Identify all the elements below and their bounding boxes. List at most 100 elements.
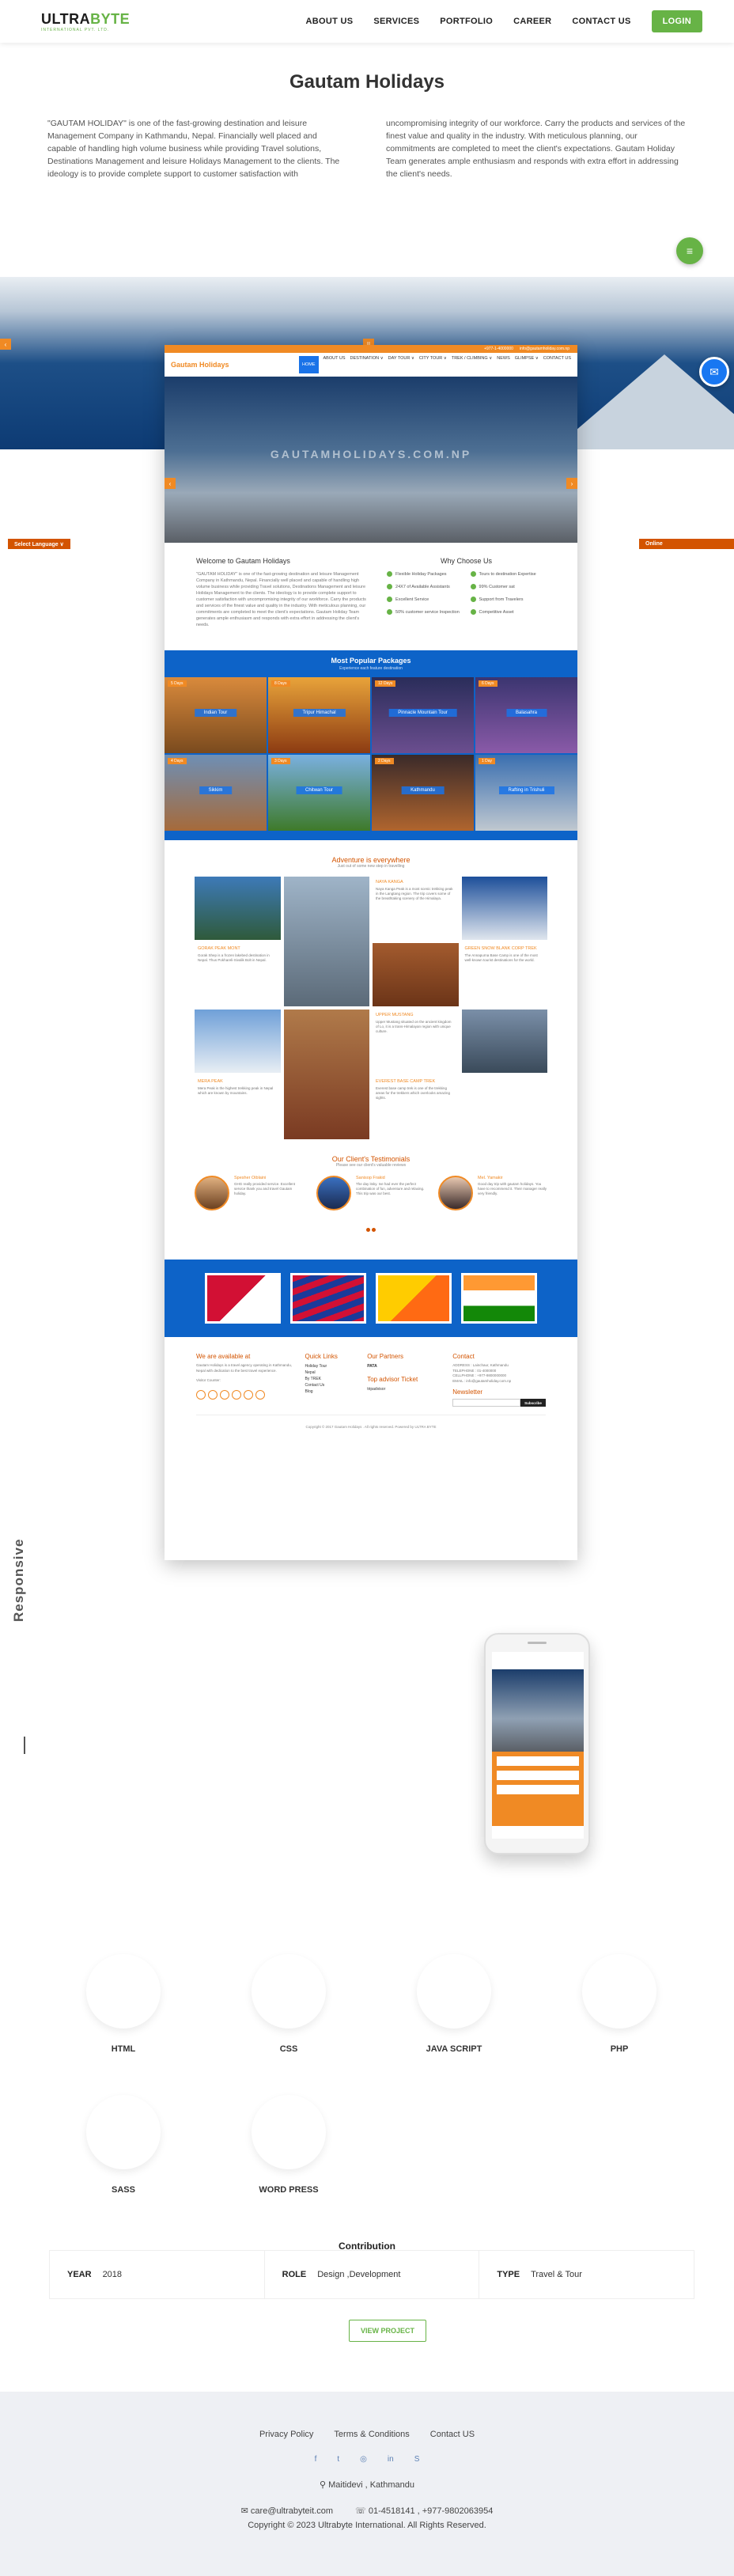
logo-part2: BYTE [90,10,131,27]
skill-ring [86,1954,161,2029]
phone-form [492,1752,584,1826]
avatar [316,1176,351,1210]
skill-ring [417,1954,491,2029]
mf-social [196,1389,297,1400]
messenger-icon: ✉ [709,365,719,378]
check-icon [387,609,393,615]
mock-packages-subtitle: Experience each feature destination [339,666,403,671]
adventure-image [195,877,281,940]
footer-phone[interactable]: ☏ 01-4518141 , +977-9802063954 [355,2506,493,2516]
mock-flags-band [165,1260,577,1337]
terms-link[interactable]: Terms & Conditions [334,2430,409,2439]
mf-visitors: Visitor Counter: [196,1378,221,1382]
mf-trip-title: Top advisor Ticket [367,1376,418,1383]
view-project-button[interactable]: VIEW PROJECT [349,2320,426,2342]
package-card: 4 Days Sikkim [165,755,267,831]
adventure-text: GORAK PEAK MONT Gorak Shep is a frozen la… [198,946,270,962]
mail-icon: ✉ [240,2506,248,2516]
mock-menu-item: CITY TOUR ∨ [418,356,447,361]
mf-quick-title: Quick Links [305,1353,338,1360]
mock-welcome-section: Welcome to Gautam Holidays "GAUTAM HOLID… [165,543,577,642]
responsive-label: Responsive [11,1538,26,1622]
nav-contact-us[interactable]: CONTACT US [572,17,630,26]
nav-services[interactable]: SERVICES [373,17,419,26]
mock-menu-item: ABOUT US [323,356,346,361]
intro-right: uncompromising integrity of our workforc… [386,119,686,179]
hero-prev-arrow[interactable]: ‹ [0,339,11,350]
why-item: 24X7 of Available Assistants [387,584,462,589]
mf-newsletter-title: Newsletter [452,1388,483,1396]
avatar [195,1176,229,1210]
nav-career[interactable]: CAREER [513,17,551,26]
skill-ring [86,2095,161,2169]
skill-ring [252,2095,326,2169]
skill-ring [582,1954,656,2029]
footer-links: Privacy Policy Terms & Conditions Contac… [0,2430,734,2439]
package-card: 3 Days Chitwan Tour [268,755,370,831]
privacy-policy-link[interactable]: Privacy Policy [259,2430,313,2439]
logo-tagline: INTERNATIONAL PVT. LTD. [41,27,110,32]
mf-tripadvisor: tripadvisor [367,1387,386,1392]
mock-email: info@gautamholiday.com.np [519,347,569,351]
adventure-image [461,877,547,940]
phone-speaker [528,1642,547,1644]
phone-screen [492,1652,584,1839]
footer-contact: ✉ care@ultrabyteit.com ☏ 01-4518141 , +9… [0,2506,734,2516]
messenger-fab[interactable]: ✉ [699,357,729,387]
linkedin-icon[interactable]: in [388,2455,394,2464]
project-intro: "GAUTAM HOLIDAY" is one of the fast-grow… [0,117,734,180]
facebook-icon[interactable]: f [315,2455,317,2464]
adventure-image [461,1010,547,1073]
mock-footer: We are available at Gautam Holidays is a… [165,1337,577,1415]
adventure-image [195,1010,281,1073]
online-tab[interactable]: Online [639,539,734,549]
mock-why-list: Flexible Holiday Packages Tours to desti… [387,571,546,615]
skill-php: PHP [580,1954,659,2054]
contribution-table: YEAR 2018 ROLE Design ,Development TYPE Tra… [49,2250,694,2299]
login-button[interactable]: LOGIN [651,10,702,32]
skype-icon[interactable]: S [414,2455,420,2464]
footer-social: f t ◎ in S [0,2455,734,2464]
mock-menu-item: GLIMPSE ∨ [514,356,539,361]
contribution-year: YEAR 2018 [50,2251,265,2298]
language-tab[interactable]: Select Language ∨ [8,539,70,549]
check-icon [470,597,476,602]
package-card: 1 Day Rafting in Trishuli [475,755,577,831]
mock-navbar: Gautam Holidays HOME ABOUT US DESTINATIO… [165,353,577,377]
testimonial-card: Mel. Yamakir Good day trip with gautam ho… [438,1176,547,1210]
adventure-image [283,1010,369,1139]
intro-left: "GAUTAM HOLIDAY" is one of the fast-grow… [47,119,340,179]
adventure-text: GREEN SNOW BLANK CORP TREK The Annapurna … [464,946,538,962]
footer-email[interactable]: ✉ care@ultrabyteit.com [241,2506,333,2516]
nav-portfolio[interactable]: PORTFOLIO [440,17,493,26]
mf-available-text: Gautam Holidays is a travel agency opera… [196,1363,293,1373]
package-card: 12 Days Pinnacle Mountain Tour [372,677,474,753]
twitter-icon[interactable]: t [337,2455,339,2464]
contact-us-link[interactable]: Contact US [430,2430,475,2439]
mock-watermark: GAUTAMHOLIDAYS.COM.NP [270,448,472,460]
logo-part1: ULTRA [41,10,91,27]
adventure-text: UPPER MUSTANG Upper Mustang situated on t… [376,1013,452,1033]
site-logo[interactable]: ULTRA BYTE INTERNATIONAL PVT. LTD. [41,11,130,32]
mock-welcome-text: "GAUTAM HOLIDAY" is one of the fast-grow… [196,572,366,627]
package-card: 8 Days Tripur Himachal [268,677,370,753]
mock-adventure-subtitle: Just out of some new step in travelling [337,864,405,869]
nav-about-us[interactable]: ABOUT US [306,17,354,26]
skill-sass: SASS [84,2095,163,2195]
package-card: 2 Days Kathmandu [372,755,474,831]
menu-fab[interactable]: ≡ [676,237,703,264]
avatar [438,1176,473,1210]
mock-menu-item: HOME [299,356,319,373]
instagram-icon[interactable]: ◎ [360,2455,367,2464]
contribution-role: ROLE Design ,Development [265,2251,480,2298]
mock-testimonial-title: Our Client's Testimonials [331,1155,411,1163]
mock-testimonial-subtitle: Please see our client's valuable reviews [335,1163,407,1168]
mock-hero-image: GAUTAMHOLIDAYS.COM.NP ‹ › [165,377,577,543]
phone-hero-image [492,1669,584,1752]
website-mockup: +977-1-4000000 info@gautamholiday.com.np… [165,345,577,1560]
why-item: Competitive Asset [470,609,546,615]
mock-packages-title: Most Popular Packages [331,657,411,665]
mock-menu-item: DAY TOUR ∨ [388,356,414,361]
mock-menu-item: DESTINATION ∨ [350,356,384,361]
skill-html: HTML [84,1954,163,2054]
